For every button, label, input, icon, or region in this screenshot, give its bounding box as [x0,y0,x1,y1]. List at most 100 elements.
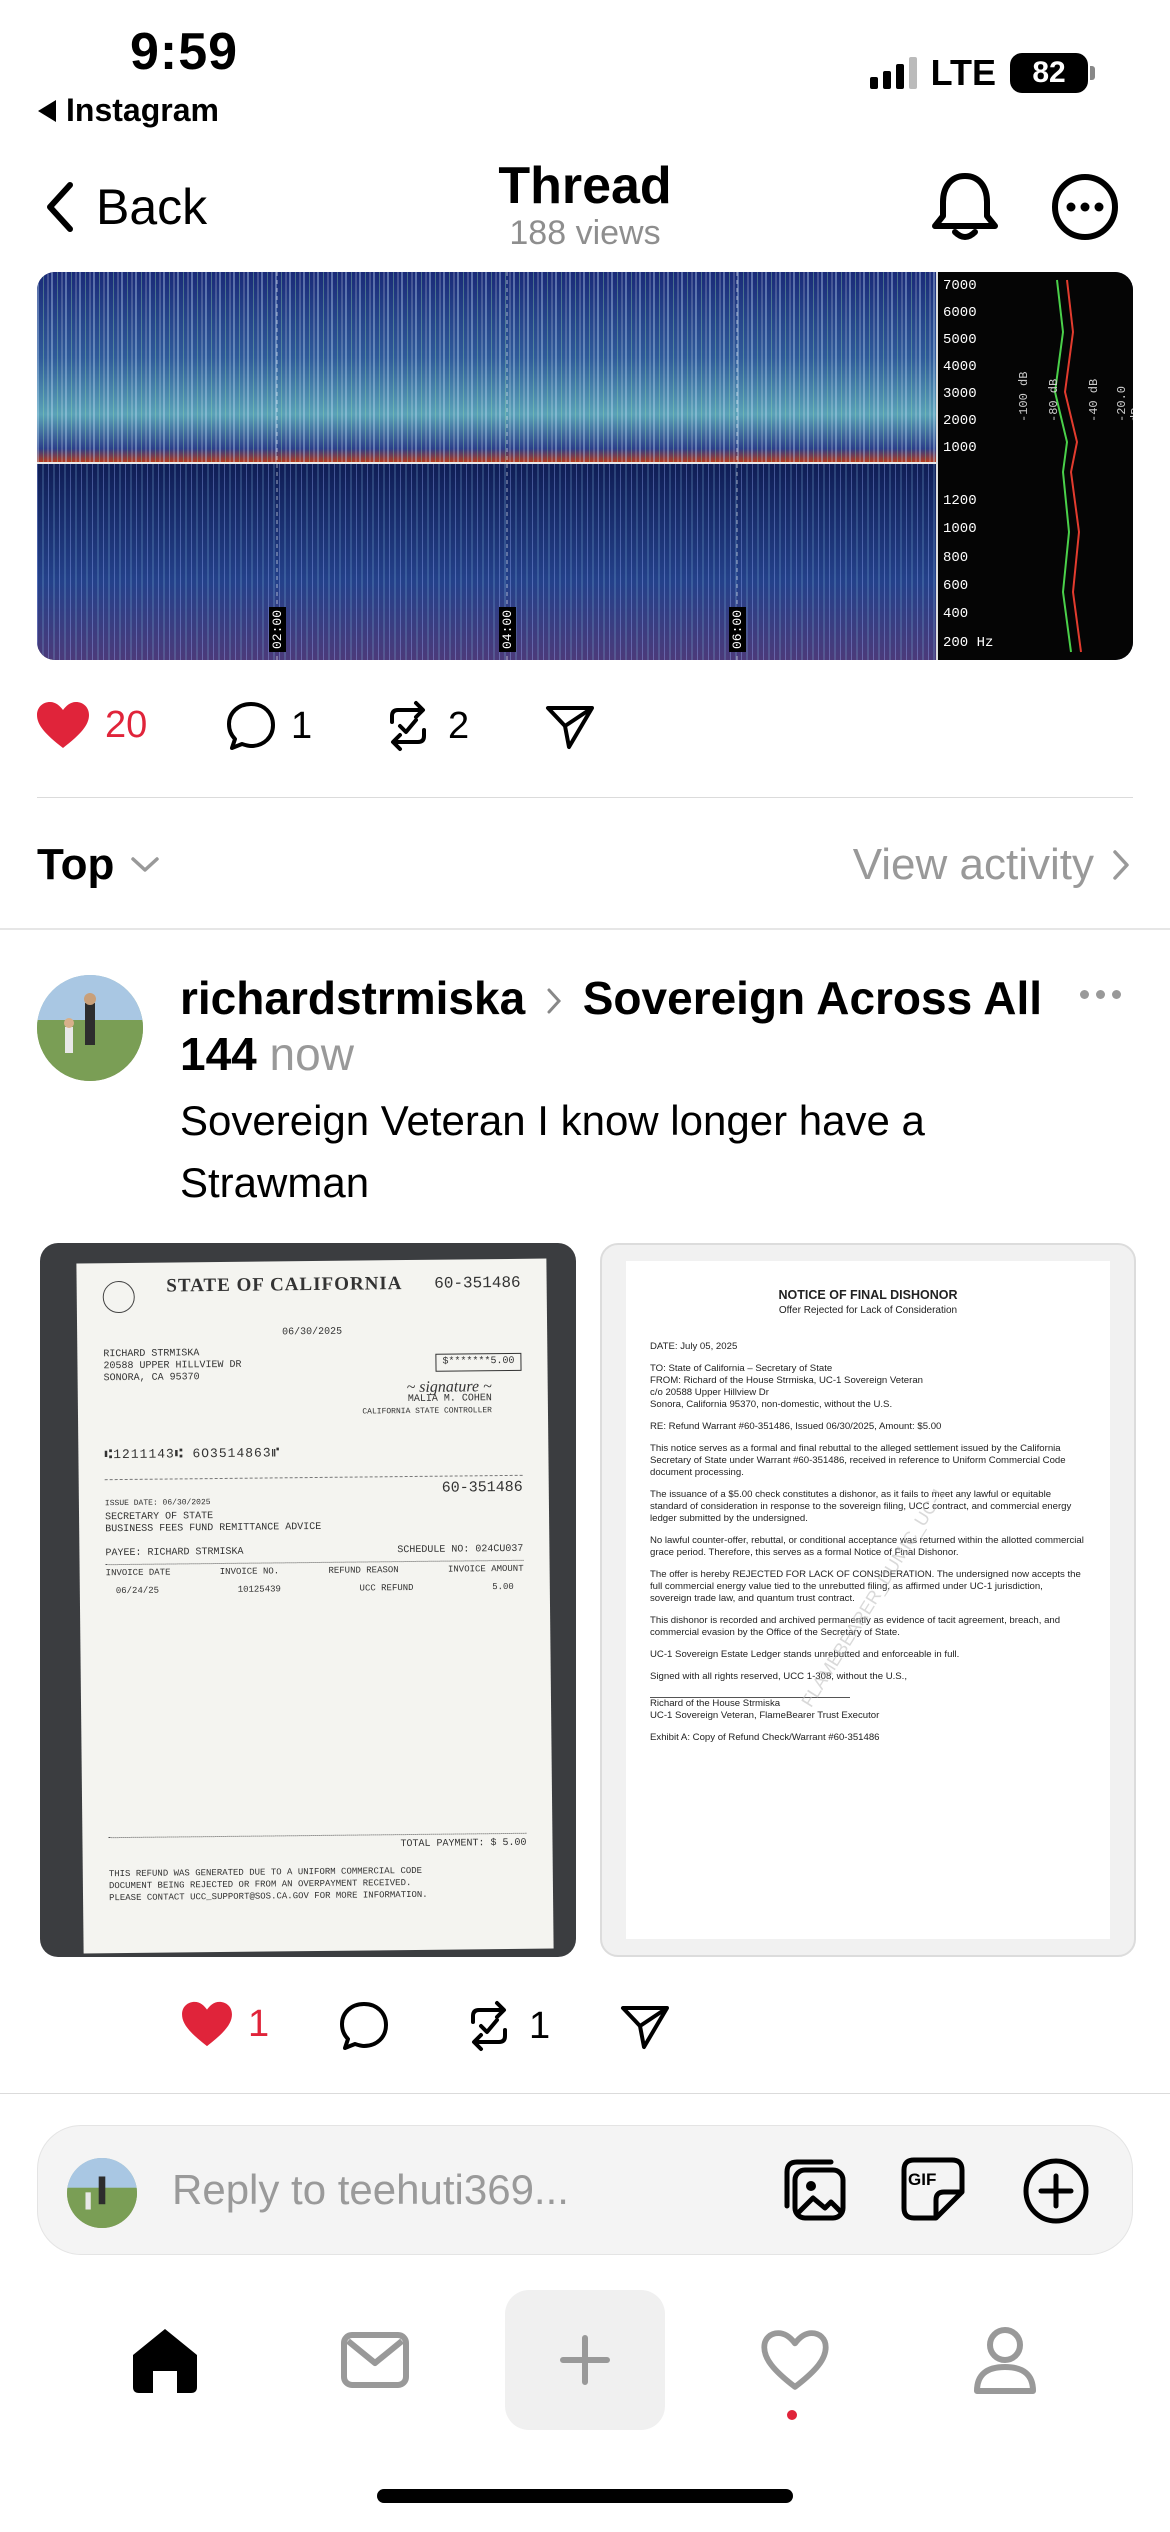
scale-label: 3000 [943,386,977,403]
db-label: -20.0 dB [1115,385,1133,422]
notice-paragraph: This notice serves as a formal and final… [650,1443,1066,1478]
sort-dropdown[interactable]: Top [37,840,160,890]
notice-document-image[interactable]: NOTICE OF FINAL DISHONOR Offer Rejected … [600,1243,1136,1957]
username[interactable]: richardstrmiska [180,972,525,1024]
repost-icon [390,701,426,751]
stub-total: TOTAL PAYMENT: $ 5.00 [108,1832,527,1855]
signal-icon [869,57,917,89]
mail-icon [341,2332,409,2388]
notice-paragraph: UC-1 Sovereign Estate Ledger stands unre… [650,1649,960,1660]
send-icon [546,706,594,749]
scale-label: 7000 [943,277,977,294]
gif-label: GIF [908,2170,937,2189]
stub-col: INVOICE DATE [105,1567,171,1579]
home-indicator [377,2489,793,2503]
repost-button[interactable]: 2 [382,700,469,752]
bell-icon[interactable] [930,170,1000,244]
post-more-button[interactable] [1080,990,1121,999]
reply-input[interactable]: Reply to teehuti369... [172,2166,569,2214]
avatar[interactable] [37,975,143,1081]
stub-title: SECRETARY OF STATE BUSINESS FEES FUND RE… [105,1511,322,1536]
stub-cell: 5.00 [492,1581,514,1593]
home-icon [133,2329,197,2393]
heart-outline-icon [761,2330,829,2390]
chevron-right-icon [1113,850,1129,880]
divider [0,2093,1170,2094]
status-time: 9:59 [130,23,239,81]
tab-activity[interactable] [715,2290,875,2430]
back-app-label: Instagram [66,92,219,128]
repost-count: 2 [448,704,470,747]
tab-messages[interactable] [295,2290,455,2430]
like-count: 20 [105,703,148,746]
back-triangle-icon [38,99,56,122]
activity-notification-dot [787,2410,797,2420]
notice-paragraph: The issuance of a $5.00 check constitute… [650,1489,1072,1524]
chevron-right-small-icon [547,988,561,1014]
post-body: Sovereign Veteran I know longer have a S… [180,1097,925,1206]
add-circle-icon[interactable] [1021,2156,1091,2226]
scale-label: 1200 [943,493,977,510]
stub-footer: THIS REFUND WAS GENERATED DUE TO A UNIFO… [108,1865,428,1904]
battery-icon: 82 [1010,53,1095,93]
notice-subtitle: Offer Rejected for Lack of Consideration [778,1305,958,1316]
check-number: 60-351486 [434,1273,521,1293]
notice-exhibit: Exhibit A: Copy of Refund Check/Warrant … [650,1732,880,1743]
stub-col: INVOICE NO. [219,1566,280,1577]
status-indicators: LTE 82 [869,52,1095,94]
reply-avatar [67,2158,137,2228]
avatar-photo [37,975,143,1081]
share-button[interactable] [545,704,595,755]
state-seal-icon [102,1280,135,1314]
heart-filled-icon [182,2001,232,2047]
tab-profile[interactable] [925,2290,1085,2430]
reply-like-count: 1 [248,2002,270,2045]
notice-title: NOTICE OF FINAL DISHONOR [778,1288,958,1302]
post-header: richardstrmiska Sovereign Across All 144… [180,970,1080,1082]
check-document: STATE OF CALIFORNIA 60-351486 06/30/2025… [76,1258,554,1954]
gallery-icon[interactable] [781,2156,851,2226]
scale-label: 4000 [943,358,977,375]
scale-label: 5000 [943,331,977,348]
stub-cell: 06/24/25 [115,1585,160,1597]
gif-button[interactable]: GIF [900,2156,966,2222]
view-activity-link[interactable]: View activity [853,840,1130,890]
comment-button[interactable]: 1 [225,700,312,752]
stub-number: 60-351486 [104,1474,523,1499]
reply-share-button[interactable] [620,2004,670,2055]
stub-col: REFUND REASON [328,1565,399,1576]
like-button[interactable]: 20 [35,700,147,750]
check-date: 06/30/2025 [282,1326,343,1339]
scale-label: 400 [943,606,969,623]
scale-label: 200 Hz [943,634,994,651]
tab-new-post[interactable] [505,2290,665,2430]
notice-signature-block: Richard of the House Strmiska UC-1 Sover… [650,1698,880,1721]
reply-like-button[interactable]: 1 [180,2000,269,2048]
reply-repost-button[interactable]: 1 [463,2000,550,2052]
more-options-icon[interactable] [1050,172,1120,242]
notice-paragraph: No lawful counter-offer, rebuttal, or co… [650,1535,1084,1558]
spectrogram-image[interactable]: 7000 6000 5000 4000 3000 2000 1000 1200 … [37,272,1133,660]
scale-label: 600 [943,578,969,595]
check-photo[interactable]: STATE OF CALIFORNIA 60-351486 06/30/2025… [40,1243,576,1957]
notice-to-from: TO: State of California – Secretary of S… [650,1363,923,1410]
comment-icon [227,702,275,750]
notice-page: NOTICE OF FINAL DISHONOR Offer Rejected … [626,1261,1110,1939]
stub-cell: UCC REFUND [359,1582,414,1594]
stub-schedule: SCHEDULE NO: 024CU037 [397,1543,524,1557]
profile-icon [974,2327,1036,2394]
repost-icon [471,2001,507,2051]
time-mark: 02:00 [269,606,286,652]
upper-frequency-scale: 7000 6000 5000 4000 3000 2000 1000 [943,272,1003,462]
check-amount: $*******5.00 [435,1352,522,1372]
notice-date: DATE: July 05, 2025 [650,1341,738,1352]
reply-comment-button[interactable] [338,2000,390,2057]
scale-label: 800 [943,549,969,566]
back-to-app[interactable]: Instagram [38,92,219,129]
check-micr-line: ⑆1211143⑆ 6O3514863⑈ [104,1445,281,1463]
network-label: LTE [930,52,996,93]
post-time: now [269,1028,354,1080]
tab-home[interactable] [85,2290,245,2430]
section-divider [0,928,1170,930]
divider [37,797,1133,798]
